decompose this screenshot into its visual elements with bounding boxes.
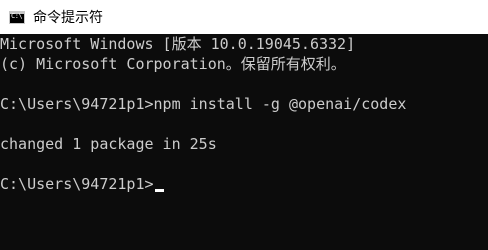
command-prompt-window: C:\ 命令提示符 Microsoft Windows [版本 10.0.190… — [0, 0, 488, 250]
prompt-text: C:\Users\94721p1> — [0, 175, 154, 193]
console-line-command: C:\Users\94721p1>npm install -g @openai/… — [0, 95, 407, 113]
console-line-blank-3 — [0, 154, 488, 174]
console-line-version: Microsoft Windows [版本 10.0.19045.6332] — [0, 35, 356, 53]
console-line-blank-2 — [0, 114, 488, 134]
title-bar[interactable]: C:\ 命令提示符 — [0, 0, 488, 34]
console-line-prompt[interactable]: C:\Users\94721p1> — [0, 174, 488, 194]
icon-text: C:\ — [11, 11, 23, 20]
console-line-copyright: (c) Microsoft Corporation。保留所有权利。 — [0, 55, 346, 73]
window-title: 命令提示符 — [33, 10, 103, 26]
console-line-blank-1 — [0, 74, 488, 94]
cmd-app-icon[interactable]: C:\ — [9, 10, 25, 24]
text-cursor — [154, 189, 164, 192]
console-output[interactable]: Microsoft Windows [版本 10.0.19045.6332] (… — [0, 34, 488, 250]
console-line-result: changed 1 package in 25s — [0, 135, 217, 153]
